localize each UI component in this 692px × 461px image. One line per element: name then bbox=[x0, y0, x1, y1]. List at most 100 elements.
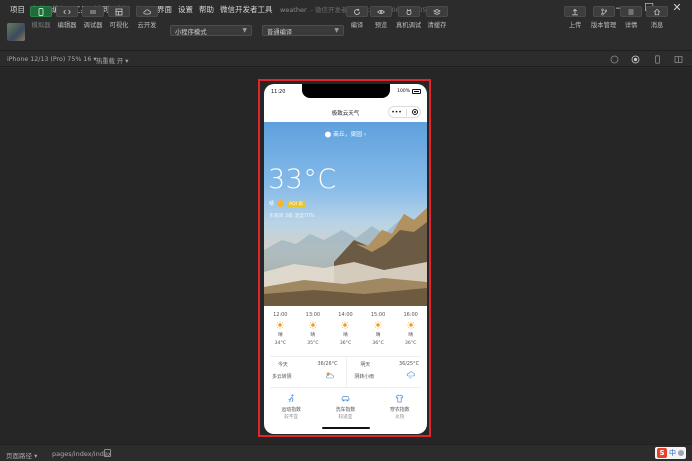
debugger-button[interactable]: 调试器 bbox=[82, 6, 104, 29]
layout-icon bbox=[108, 6, 130, 17]
chevron-down-icon: ▼ bbox=[334, 27, 339, 34]
tip-value: 较适宜 bbox=[338, 415, 353, 420]
hourly-item: 15:00 晴 36°C bbox=[362, 306, 395, 356]
phone-icon[interactable] bbox=[653, 55, 662, 64]
menu-settings[interactable]: 设置 bbox=[175, 4, 196, 15]
tip-exercise: 运动指数 较不宜 bbox=[264, 389, 318, 429]
more-icon[interactable]: ••• bbox=[391, 109, 402, 116]
phone-simulator[interactable]: 11:20 100% 极致云天气 ••• ⬤ 商丘，梁园 › 33°C 晴 AQ… bbox=[264, 84, 427, 434]
hour-condition: 晴 bbox=[375, 333, 381, 338]
compile-button[interactable]: 编译 bbox=[346, 6, 368, 29]
branch-icon bbox=[592, 6, 615, 17]
avatar[interactable] bbox=[7, 23, 25, 41]
detail-label: 详情 bbox=[624, 22, 638, 29]
location-text: 商丘，梁园 › bbox=[333, 132, 367, 138]
upload-button[interactable]: 上传 bbox=[564, 6, 586, 29]
remote-debug-label: 真机调试 bbox=[396, 22, 422, 29]
location-selector[interactable]: ⬤ 商丘，梁园 › bbox=[264, 129, 427, 138]
day-label: 明天 bbox=[360, 362, 371, 368]
editor-button[interactable]: 编辑器 bbox=[56, 6, 78, 29]
battery-icon bbox=[412, 89, 421, 94]
hourly-forecast: 12:00 晴 34°C 13:00 晴 35°C 14:00 晴 36°C 1… bbox=[264, 306, 427, 356]
day-condition: 阴转小雨 bbox=[354, 374, 375, 380]
upload-icon bbox=[564, 6, 586, 17]
battery-percent: 100% bbox=[397, 89, 410, 94]
version-button[interactable]: 版本管理 bbox=[591, 6, 616, 29]
version-label: 版本管理 bbox=[591, 22, 617, 29]
ime-indicator[interactable]: S 中 bbox=[655, 447, 686, 459]
close-icon[interactable]: ✕ bbox=[670, 1, 684, 15]
preview-button[interactable]: 预览 bbox=[370, 6, 392, 29]
target-icon[interactable] bbox=[631, 55, 640, 64]
simulator-button[interactable]: 模拟器 bbox=[30, 6, 52, 29]
capsule-divider bbox=[406, 108, 408, 116]
message-button[interactable]: 消息 bbox=[646, 6, 668, 29]
visual-label: 可视化 bbox=[109, 22, 129, 29]
running-icon bbox=[288, 394, 294, 403]
hour-temp: 36°C bbox=[372, 341, 384, 346]
hour-temp: 36°C bbox=[339, 341, 352, 346]
window-split-icon[interactable] bbox=[674, 55, 683, 64]
message-label: 消息 bbox=[650, 22, 664, 29]
tip-name: 穿衣指数 bbox=[389, 407, 410, 413]
phone-notch bbox=[302, 84, 390, 98]
page-path-label[interactable]: 页面路径 ▾ bbox=[6, 450, 37, 460]
visual-button[interactable]: 可视化 bbox=[108, 6, 130, 29]
divider bbox=[270, 387, 421, 388]
shirt-icon bbox=[395, 394, 404, 403]
copy-icon[interactable] bbox=[104, 449, 111, 457]
clear-cache-button[interactable]: 清缓存 bbox=[426, 6, 448, 29]
day-today: 今天 36/26°C 多云转阴 bbox=[264, 358, 346, 386]
hour-time: 12:00 bbox=[273, 312, 288, 318]
ime-dot-icon bbox=[678, 450, 684, 456]
sunny-icon bbox=[309, 321, 317, 329]
partly-cloudy-icon bbox=[325, 372, 334, 379]
sunny-icon bbox=[374, 321, 382, 329]
capsule-button[interactable]: ••• bbox=[388, 106, 421, 118]
clear-cache-label: 清缓存 bbox=[427, 22, 447, 29]
compile-select-value: 普通编译 bbox=[267, 29, 293, 36]
bug-icon bbox=[397, 6, 420, 17]
hour-time: 13:00 bbox=[305, 312, 321, 318]
record-icon[interactable] bbox=[610, 55, 619, 64]
sogou-icon: S bbox=[657, 448, 667, 458]
editor-label: 编辑器 bbox=[57, 22, 77, 29]
compile-select[interactable]: 普通编译 ▼ bbox=[262, 25, 344, 36]
debug-icon bbox=[82, 6, 104, 17]
mode-select[interactable]: 小程序模式 ▼ bbox=[170, 25, 252, 36]
hot-reload-toggle[interactable]: 热重载 开 ▾ bbox=[96, 56, 128, 65]
upload-label: 上传 bbox=[568, 22, 582, 29]
current-condition: 晴 AQI 良 bbox=[269, 200, 306, 207]
tip-value: 炎热 bbox=[395, 415, 405, 420]
hour-time: 15:00 bbox=[370, 312, 386, 318]
day-range: 36/25°C bbox=[399, 361, 419, 367]
status-battery: 100% bbox=[397, 89, 421, 94]
hourly-item: 13:00 晴 35°C bbox=[297, 306, 330, 356]
devtools-window: 项目 文件 编辑 工具 转到 选择 视图 界面 设置 帮助 微信开发者工具 we… bbox=[0, 0, 692, 461]
rain-cloud-icon bbox=[406, 371, 415, 379]
preview-label: 预览 bbox=[374, 22, 388, 29]
hour-time: 16:00 bbox=[403, 312, 418, 318]
detail-button[interactable]: 详情 bbox=[620, 6, 642, 29]
cloud-button[interactable]: 云开发 bbox=[136, 6, 158, 29]
day-range: 36/26°C bbox=[317, 361, 338, 367]
tip-name: 运动指数 bbox=[281, 407, 301, 413]
hourly-item: 16:00 晴 36°C bbox=[394, 306, 427, 356]
device-select[interactable]: iPhone 12/13 (Pro) 75% 16 ▾ bbox=[7, 56, 96, 63]
menu-project[interactable]: 项目 bbox=[7, 4, 28, 15]
compile-label: 编译 bbox=[350, 22, 364, 29]
remote-debug-button[interactable]: 真机调试 bbox=[396, 6, 421, 29]
hour-condition: 晴 bbox=[408, 333, 414, 338]
divider bbox=[270, 356, 421, 357]
cloud-label: 云开发 bbox=[137, 22, 157, 29]
menu-devtools[interactable]: 微信开发者工具 bbox=[217, 4, 276, 15]
close-circle-icon[interactable] bbox=[411, 109, 418, 115]
menu-help[interactable]: 帮助 bbox=[196, 4, 217, 15]
home-icon bbox=[646, 6, 668, 17]
sunny-icon bbox=[406, 321, 415, 329]
weather-hero: ⬤ 商丘，梁园 › 33°C 晴 AQI 良 东南风 3级 湿度70% bbox=[264, 122, 427, 306]
tip-value: 较不宜 bbox=[284, 415, 299, 420]
hour-condition: 晴 bbox=[277, 333, 283, 338]
day-condition: 多云转阴 bbox=[272, 374, 292, 380]
day-tomorrow: 明天 36/25°C 阴转小雨 bbox=[345, 358, 428, 386]
